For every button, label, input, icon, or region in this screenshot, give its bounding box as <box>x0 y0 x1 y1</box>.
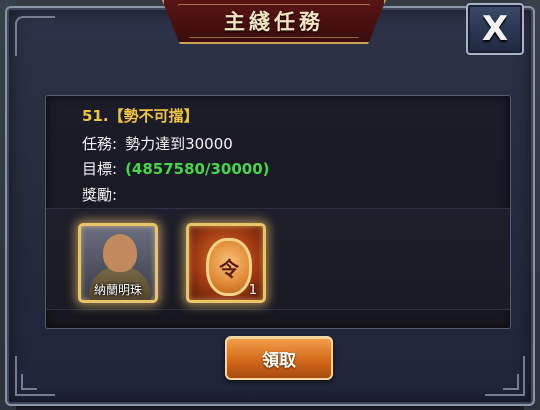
task-value: 勢力達到30000 <box>125 135 233 153</box>
command-token-icon: 令 <box>206 238 252 296</box>
dialog-title-plate: 主綫任務 <box>162 0 386 44</box>
ornament-corner-bottom-left <box>15 356 55 396</box>
dialog-title: 主綫任務 <box>224 10 324 34</box>
reward-list: 納蘭明珠 令 1 <box>46 208 510 310</box>
reward-hero-card[interactable]: 納蘭明珠 <box>78 223 158 303</box>
close-button[interactable]: X <box>466 3 524 55</box>
goal-value: (4857580/30000) <box>125 160 270 178</box>
claim-button-label: 領取 <box>262 350 296 371</box>
claim-button[interactable]: 領取 <box>225 336 333 380</box>
ornament-corner-bottom-right <box>485 356 525 396</box>
quest-panel: 51.【勢不可擋】 任務: 勢力達到30000 目標: (4857580/30000… <box>45 95 511 329</box>
quest-name: 51.【勢不可擋】 <box>82 107 199 125</box>
ornament-corner-top-left <box>15 16 55 56</box>
task-label: 任務: <box>82 135 118 153</box>
goal-label: 目標: <box>82 160 118 178</box>
close-icon: X <box>481 9 509 49</box>
token-glyph: 令 <box>219 256 239 281</box>
reward-label: 獎勵: <box>82 186 118 204</box>
reward-hero-name: 納蘭明珠 <box>93 283 142 297</box>
task-row: 任務: 勢力達到30000 <box>82 133 233 154</box>
reward-token-count: 1 <box>248 283 257 298</box>
hero-head-icon <box>103 234 137 272</box>
reward-token-card[interactable]: 令 1 <box>186 223 266 303</box>
quest-dialog: 51.【勢不可擋】 任務: 勢力達到30000 目標: (4857580/30000… <box>5 6 535 406</box>
reward-row: 獎勵: <box>82 184 117 205</box>
goal-row: 目標: (4857580/30000) <box>82 158 270 179</box>
